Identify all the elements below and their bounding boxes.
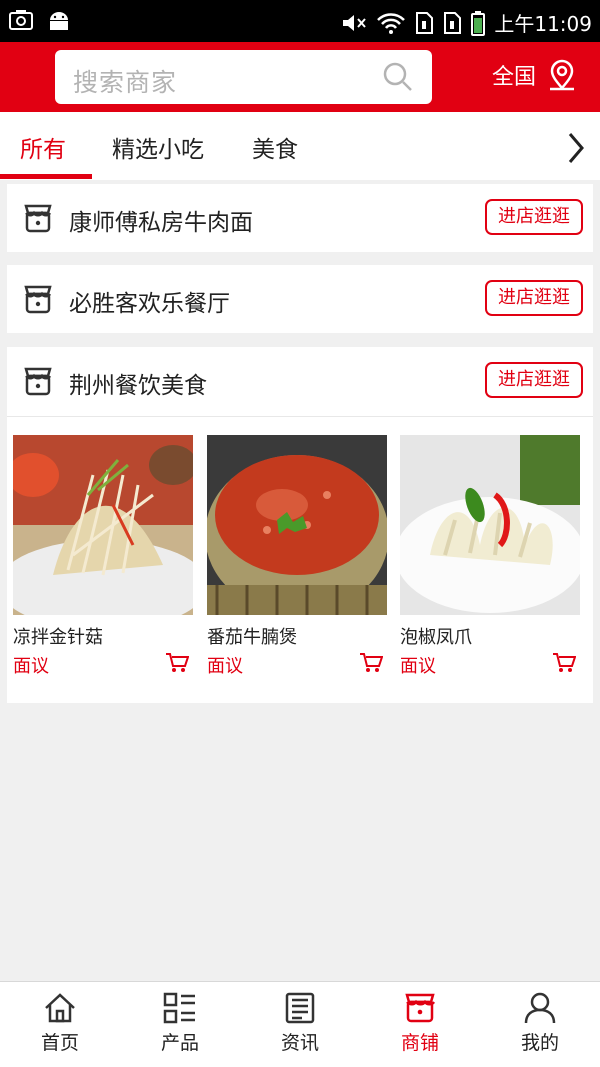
shop-icon	[405, 993, 436, 1023]
home-icon	[45, 993, 75, 1023]
visit-store-button[interactable]: 进店逛逛	[485, 362, 583, 398]
cart-icon[interactable]	[552, 652, 576, 674]
product-item[interactable]: 凉拌金针菇 面议	[13, 435, 193, 678]
nav-label: 首页	[40, 1032, 79, 1054]
region-label: 全国	[492, 65, 537, 90]
status-time: 上午11:09	[494, 12, 592, 36]
tab-snacks[interactable]: 精选小吃	[112, 130, 204, 164]
search-icon[interactable]	[382, 61, 414, 93]
location-pin-icon	[550, 59, 575, 91]
grid-list-icon	[163, 992, 195, 1024]
shop-icon	[24, 285, 52, 314]
search-placeholder: 搜索商家	[73, 68, 178, 97]
cart-icon[interactable]	[165, 652, 189, 674]
product-name: 泡椒凤爪	[400, 627, 472, 648]
category-tabs: 所有 精选小吃 美食	[0, 112, 600, 180]
shop-icon	[24, 367, 52, 396]
nav-me[interactable]: 我的	[480, 992, 600, 1055]
cart-icon[interactable]	[359, 652, 383, 674]
nav-shops[interactable]: 商铺	[360, 992, 480, 1055]
nav-home[interactable]: 首页	[0, 992, 120, 1055]
product-list: 凉拌金针菇 面议 番茄牛腩煲 面议 泡椒凤爪 面议	[7, 416, 593, 704]
news-icon	[285, 992, 315, 1024]
product-image[interactable]	[13, 435, 193, 615]
store-header: 康师傅私房牛肉面 进店逛逛	[7, 184, 593, 252]
nav-label: 资讯	[280, 1032, 319, 1054]
store-name: 康师傅私房牛肉面	[69, 210, 253, 236]
android-icon	[50, 12, 68, 30]
mute-icon	[343, 14, 367, 31]
product-item[interactable]: 番茄牛腩煲 面议	[207, 435, 387, 678]
visit-store-button[interactable]: 进店逛逛	[485, 199, 583, 235]
store-card[interactable]: 荆州餐饮美食 进店逛逛 凉拌金针菇 面议 番茄牛腩煲 面议 泡椒凤爪 面议	[7, 347, 593, 703]
product-image[interactable]	[400, 435, 580, 615]
battery-icon	[471, 10, 486, 36]
store-name: 荆州餐饮美食	[69, 373, 207, 399]
wifi-icon	[377, 12, 406, 34]
bottom-nav: 首页 产品 资讯 商铺 我的	[0, 981, 600, 1067]
header: 搜索商家 全国	[0, 42, 600, 112]
region-selector[interactable]: 全国	[492, 58, 578, 92]
active-tab-indicator	[0, 174, 92, 179]
product-item[interactable]: 泡椒凤爪 面议	[400, 435, 580, 678]
status-bar: 上午11:09	[0, 0, 600, 42]
store-card[interactable]: 必胜客欢乐餐厅 进店逛逛	[7, 265, 593, 333]
nav-label: 我的	[520, 1032, 559, 1054]
store-header: 荆州餐饮美食 进店逛逛	[7, 347, 593, 415]
store-card[interactable]: 康师傅私房牛肉面 进店逛逛	[7, 184, 593, 252]
sim-icon	[416, 11, 434, 34]
nav-news[interactable]: 资讯	[240, 992, 360, 1055]
nav-label: 产品	[160, 1032, 199, 1054]
product-name: 凉拌金针菇	[13, 627, 103, 648]
sim-icon	[444, 11, 462, 34]
tab-all[interactable]: 所有	[20, 130, 66, 164]
product-image[interactable]	[207, 435, 387, 615]
store-name: 必胜客欢乐餐厅	[69, 291, 230, 317]
tab-food[interactable]: 美食	[252, 130, 298, 164]
screenshot-icon	[9, 10, 33, 30]
visit-store-button[interactable]: 进店逛逛	[485, 280, 583, 316]
shop-icon	[24, 204, 52, 233]
chevron-right-icon[interactable]	[564, 130, 588, 166]
user-icon	[524, 992, 556, 1024]
nav-label: 商铺	[400, 1032, 439, 1054]
product-name: 番茄牛腩煲	[207, 627, 297, 648]
search-input[interactable]: 搜索商家	[55, 50, 432, 104]
nav-products[interactable]: 产品	[120, 992, 240, 1055]
store-header: 必胜客欢乐餐厅 进店逛逛	[7, 265, 593, 333]
